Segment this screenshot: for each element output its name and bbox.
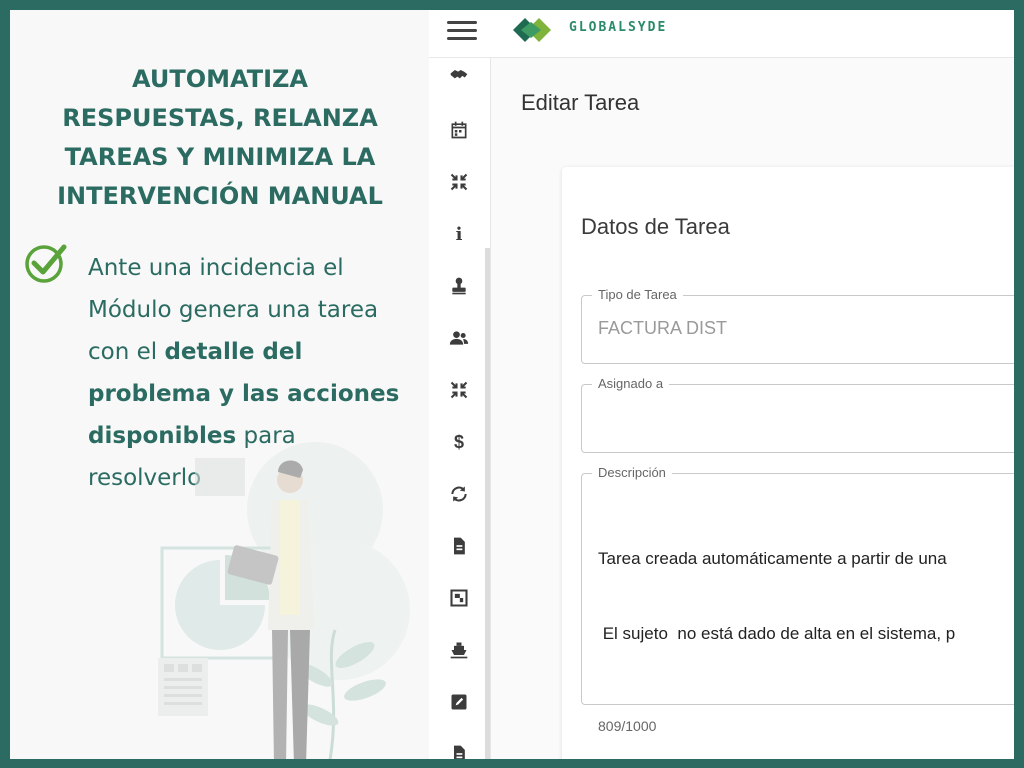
handshake-icon[interactable]: [447, 63, 471, 87]
field-label: Asignado a: [592, 376, 670, 391]
brand-name: GLOBALSYDE: [569, 20, 668, 35]
calendar-icon[interactable]: [447, 118, 471, 142]
dollar-icon[interactable]: $: [447, 430, 471, 454]
sidebar: i $: [429, 58, 491, 759]
description-text: Tarea creada automáticamente a partir de…: [598, 549, 956, 643]
promo-body-line: Módulo genera una tarea: [88, 297, 379, 323]
group-icon[interactable]: [447, 326, 471, 350]
page-title: Editar Tarea: [521, 90, 640, 115]
document-icon[interactable]: [447, 534, 471, 558]
char-counter: 809/1000: [598, 718, 657, 734]
card-title: Datos de Tarea: [581, 214, 730, 239]
document-icon[interactable]: [447, 742, 471, 759]
promo-panel: AUTOMATIZA RESPUESTAS, RELANZA TAREAS Y …: [10, 10, 429, 759]
collapse-icon[interactable]: [447, 378, 471, 402]
promo-title-line: INTERVENCIÓN MANUAL: [57, 182, 383, 210]
refresh-icon[interactable]: [447, 482, 471, 506]
app-window: GLOBALSYDE i $ Editar Tarea Datos de Tar…: [429, 10, 1014, 759]
logo-icon: [513, 18, 551, 42]
info-icon[interactable]: i: [447, 222, 471, 246]
stamp-icon[interactable]: [447, 274, 471, 298]
tipo-tarea-field[interactable]: Tipo de Tarea FACTURA DIST: [581, 287, 1014, 364]
sidebar-scrollbar[interactable]: [485, 248, 490, 759]
collapse-icon[interactable]: [447, 170, 471, 194]
frame-icon[interactable]: [447, 586, 471, 610]
task-card: Datos de Tarea Tipo de Tarea FACTURA DIS…: [562, 167, 1014, 759]
person-with-tablet-illustration: [158, 442, 410, 759]
field-label: Tipo de Tarea: [592, 287, 683, 302]
promo-title-line: RESPUESTAS, RELANZA: [62, 104, 378, 132]
promo-title-line: TAREAS Y MINIMIZA LA: [64, 143, 376, 171]
descripcion-textarea[interactable]: Descripción Tarea creada automáticamente…: [581, 465, 1014, 705]
edit-icon[interactable]: [447, 690, 471, 714]
promo-title-line: AUTOMATIZA: [132, 65, 308, 93]
ship-icon[interactable]: [447, 638, 471, 662]
check-circle-icon: [25, 244, 67, 283]
menu-icon[interactable]: [447, 16, 477, 46]
field-value: FACTURA DIST: [598, 318, 728, 338]
top-bar: GLOBALSYDE: [429, 10, 1014, 58]
promo-body-line: con el detalle del: [88, 339, 303, 365]
promo-title: AUTOMATIZA RESPUESTAS, RELANZA TAREAS Y …: [20, 60, 420, 216]
field-label: Descripción: [592, 465, 672, 480]
asignado-field[interactable]: Asignado a: [581, 376, 1014, 453]
promo-body-line: Ante una incidencia el: [88, 255, 344, 281]
